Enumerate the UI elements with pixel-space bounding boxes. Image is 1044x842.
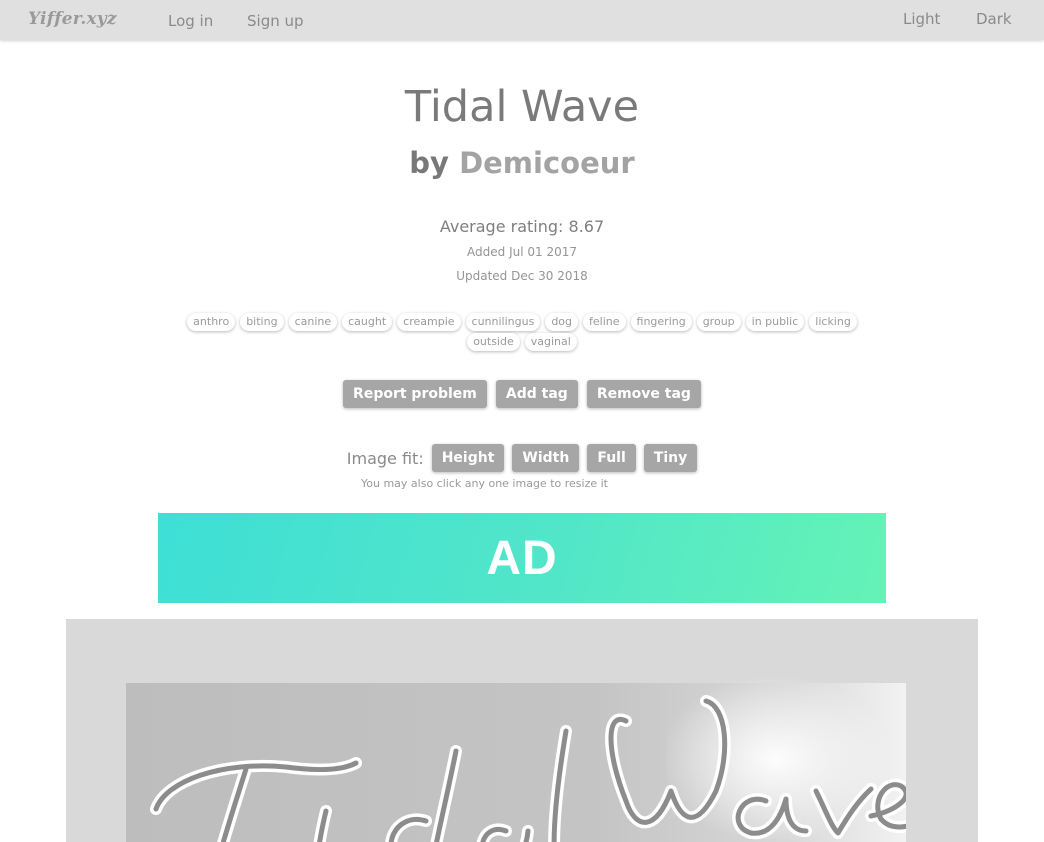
artist-link[interactable]: Demicoeur <box>459 146 635 180</box>
tag-item[interactable]: canine <box>288 313 338 331</box>
cover-title-lettering <box>150 695 906 842</box>
comic-actions: Report problem Add tag Remove tag <box>0 380 1044 408</box>
report-problem-button[interactable]: Report problem <box>343 380 487 408</box>
tag-item[interactable]: vaginal <box>524 333 577 351</box>
ad-text: AD <box>486 531 558 585</box>
tag-item[interactable]: fingering <box>630 313 692 331</box>
tag-item[interactable]: outside <box>467 333 520 351</box>
tag-item[interactable]: caught <box>342 313 393 331</box>
ad-banner[interactable]: AD <box>158 513 886 603</box>
add-tag-button[interactable]: Add tag <box>495 380 578 408</box>
fit-width-button[interactable]: Width <box>512 444 580 472</box>
by-label: by <box>409 146 449 180</box>
top-navbar: Yiffer.xyz Log in Sign up Light Dark <box>0 0 1044 40</box>
tag-item[interactable]: anthro <box>187 313 236 331</box>
remove-tag-button[interactable]: Remove tag <box>586 380 701 408</box>
updated-date: Updated Dec 30 2018 <box>456 269 588 283</box>
tag-item[interactable]: feline <box>583 313 626 331</box>
light-theme-link[interactable]: Light <box>903 10 940 28</box>
tag-item[interactable]: creampie <box>397 313 461 331</box>
comic-byline: by Demicoeur <box>0 146 1044 180</box>
dark-theme-link[interactable]: Dark <box>976 10 1012 28</box>
tag-item[interactable]: cunnilingus <box>465 313 541 331</box>
tag-item[interactable]: in public <box>745 313 805 331</box>
fit-tiny-button[interactable]: Tiny <box>643 444 698 472</box>
signup-link[interactable]: Sign up <box>247 12 304 30</box>
tag-item[interactable]: dog <box>545 313 579 331</box>
image-fit-controls: Image fit: Height Width Full Tiny <box>0 444 1044 472</box>
image-fit-hint: You may also click any one image to resi… <box>361 477 608 490</box>
average-rating: Average rating: 8.67 <box>439 217 605 236</box>
site-logo[interactable]: Yiffer.xyz <box>28 9 117 29</box>
tag-item[interactable]: group <box>696 313 741 331</box>
comic-title: Tidal Wave <box>404 82 640 132</box>
fit-full-button[interactable]: Full <box>587 444 636 472</box>
comic-page-image[interactable] <box>66 619 978 842</box>
added-date: Added Jul 01 2017 <box>467 245 577 259</box>
login-link[interactable]: Log in <box>168 12 213 30</box>
image-fit-label: Image fit: <box>346 448 424 468</box>
tag-item[interactable]: biting <box>240 313 284 331</box>
tag-item[interactable]: licking <box>809 313 857 331</box>
tag-list: anthro biting canine caught creampie cun… <box>180 313 864 351</box>
fit-height-button[interactable]: Height <box>431 444 505 472</box>
